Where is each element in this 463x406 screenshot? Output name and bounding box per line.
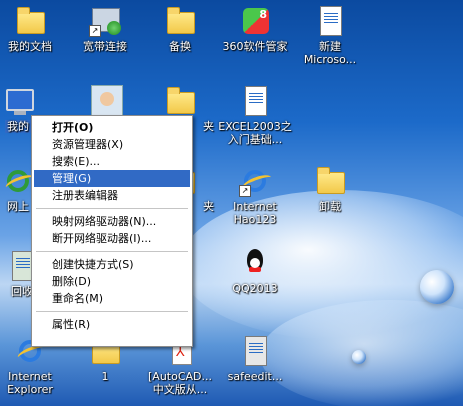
- desktop-icon-broadband[interactable]: ↗ 宽带连接: [65, 5, 145, 53]
- icon-label: [AutoCAD... 中文版从...: [148, 370, 212, 396]
- menu-item-delete[interactable]: 删除(D): [34, 273, 190, 290]
- document-icon: [239, 85, 271, 117]
- desktop-icon-ie-hao123[interactable]: ↗ Internet Hao123: [215, 165, 295, 226]
- desktop-icon-qq2013[interactable]: QQ2013: [215, 247, 295, 295]
- icon-label: 备换: [169, 40, 191, 53]
- menu-item-explorer[interactable]: 资源管理器(X): [34, 136, 190, 153]
- desktop-icon-excel2003[interactable]: EXCEL2003之 入门基础...: [215, 85, 295, 146]
- menu-item-create-shortcut[interactable]: 创建快捷方式(S): [34, 256, 190, 273]
- context-menu[interactable]: 打开(O) 资源管理器(X) 搜索(E)... 管理(G) 注册表编辑器 映射网…: [31, 115, 193, 347]
- desktop-icon-safeedit[interactable]: safeedit...: [215, 335, 295, 383]
- desktop-icon-uninstall[interactable]: 卸载: [290, 165, 370, 213]
- globe-icon: [2, 165, 34, 197]
- desktop-icon-my-documents[interactable]: 我的文档: [0, 5, 70, 53]
- icon-label: safeedit...: [227, 370, 283, 383]
- computer-icon: [2, 85, 34, 117]
- icon-label: EXCEL2003之 入门基础...: [218, 120, 292, 146]
- desktop-icon-360-manager[interactable]: 360软件管家: [215, 5, 295, 53]
- icon-label: 新建 Microso...: [303, 40, 357, 66]
- qq-icon: [239, 247, 271, 279]
- menu-item-rename[interactable]: 重命名(M): [34, 290, 190, 307]
- app-360-icon: [239, 5, 271, 37]
- menu-item-registry-editor[interactable]: 注册表编辑器: [34, 187, 190, 204]
- icon-label: 卸载: [319, 200, 341, 213]
- desktop-icon-new-microsoft[interactable]: 新建 Microso...: [290, 5, 370, 66]
- menu-item-disconnect-drive[interactable]: 断开网络驱动器(I)...: [34, 230, 190, 247]
- menu-item-search[interactable]: 搜索(E)...: [34, 153, 190, 170]
- ie-icon: ↗: [239, 165, 271, 197]
- desktop[interactable]: 我的文档 ↗ 宽带连接 备换 360软件管家 新建 Microso... 我的 …: [0, 0, 463, 406]
- app-icon: [239, 335, 271, 367]
- icon-label: 1: [101, 370, 109, 383]
- wallpaper-droplet: [420, 270, 454, 304]
- network-connection-icon: ↗: [89, 5, 121, 37]
- menu-item-manage[interactable]: 管理(G): [34, 170, 190, 187]
- folder-icon: [164, 85, 196, 117]
- icon-label: 360软件管家: [222, 40, 288, 53]
- icon-label: QQ2013: [232, 282, 278, 295]
- document-icon: [314, 5, 346, 37]
- desktop-icon-user-avatar[interactable]: [65, 85, 145, 119]
- menu-separator: [36, 311, 188, 312]
- wallpaper-droplet: [352, 350, 366, 364]
- menu-item-properties[interactable]: 属性(R): [34, 316, 190, 333]
- folder-icon: [164, 5, 196, 37]
- avatar-icon: [89, 85, 123, 119]
- menu-item-open[interactable]: 打开(O): [34, 119, 190, 136]
- icon-label: 我的文档: [8, 40, 52, 53]
- menu-separator: [36, 251, 188, 252]
- icon-label: 我的: [5, 120, 31, 133]
- icon-label: Internet Explorer: [7, 370, 53, 396]
- folder-icon: [314, 165, 346, 197]
- menu-separator: [36, 208, 188, 209]
- icon-label: Internet Hao123: [233, 200, 277, 226]
- icon-label: 宽带连接: [83, 40, 127, 53]
- menu-item-map-drive[interactable]: 映射网络驱动器(N)...: [34, 213, 190, 230]
- folder-icon: [14, 5, 46, 37]
- desktop-icon-backup[interactable]: 备换: [140, 5, 220, 53]
